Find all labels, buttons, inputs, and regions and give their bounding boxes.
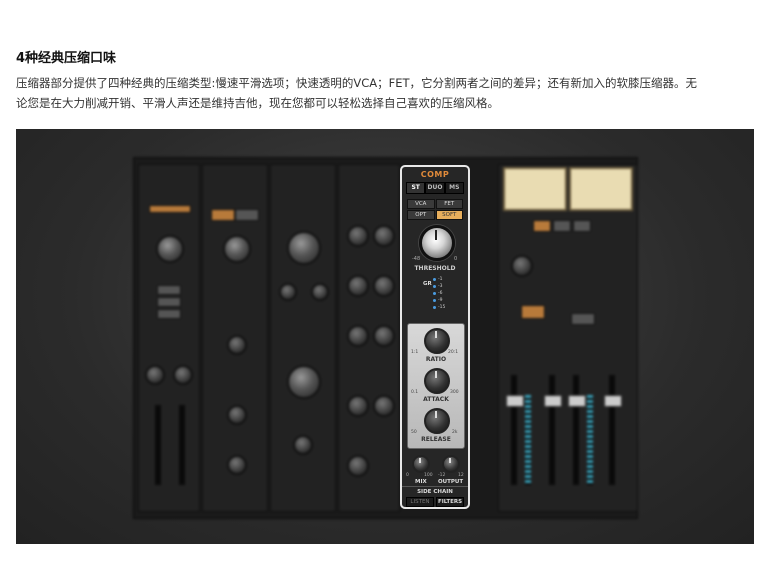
tab-duo[interactable]: DUO: [425, 182, 445, 194]
output-max: 12: [458, 473, 464, 478]
saturation-strip: [270, 164, 336, 512]
comp-panel: COMP ST DUO MS VCA FET OPT SOFT -48 0 TH…: [400, 165, 470, 509]
ratio-max: 20:1: [448, 350, 459, 355]
channel-strip-rack: [133, 157, 638, 519]
threshold-min: -48: [412, 256, 421, 262]
gate-strip: [202, 164, 268, 512]
mix-max: 100: [424, 473, 433, 478]
output-knob[interactable]: [442, 455, 460, 473]
type-fet-button[interactable]: FET: [435, 199, 463, 209]
threshold-knob[interactable]: [419, 225, 455, 261]
type-vca-button[interactable]: VCA: [407, 199, 435, 209]
release-knob[interactable]: [424, 408, 450, 434]
filters-button[interactable]: FILTERS: [436, 497, 464, 507]
section-title: 4种经典压缩口味: [16, 51, 117, 66]
gr-led: [433, 306, 436, 309]
output-min: -12: [438, 473, 446, 478]
gr-led: [433, 278, 436, 281]
eq-strip: [138, 164, 200, 512]
gr-led: [433, 285, 436, 288]
ratio-knob[interactable]: [424, 328, 450, 354]
gr-meter: -1 -3 -6 -9 -15: [433, 276, 449, 311]
compressor-type-selector: VCA FET OPT SOFT: [407, 199, 463, 220]
mode-tabs: ST DUO MS: [406, 182, 464, 194]
comp-title: COMP: [420, 170, 450, 179]
release-max: 2k: [452, 430, 458, 435]
mix-knob[interactable]: [412, 455, 430, 473]
release-min: 50: [411, 430, 417, 435]
side-chain-label: SIDE CHAIN: [402, 486, 468, 495]
threshold-label: THRESHOLD: [414, 265, 456, 272]
gr-led: [433, 292, 436, 295]
mix-label: MIX: [415, 479, 427, 485]
meter-and-output-strip: [498, 164, 638, 512]
attack-knob[interactable]: [424, 368, 450, 394]
type-soft-button[interactable]: SOFT: [435, 210, 463, 220]
mix-min: 0: [406, 473, 409, 478]
attack-min: 0.1: [411, 390, 419, 395]
ratio-min: 1:1: [411, 350, 419, 355]
gr-led: [433, 299, 436, 302]
output-label: OUTPUT: [438, 479, 464, 485]
plugin-screenshot: COMP ST DUO MS VCA FET OPT SOFT -48 0 TH…: [16, 129, 754, 544]
attack-max: 300: [450, 390, 459, 395]
ratio-label: RATIO: [425, 356, 447, 363]
section-description: 压缩器部分提供了四种经典的压缩类型:慢速平滑选项；快速透明的VCA；FET，它分…: [16, 76, 698, 110]
type-opt-button[interactable]: OPT: [407, 210, 435, 220]
eq-band-strip: [338, 164, 400, 512]
side-chain-buttons: LISTEN FILTERS: [406, 497, 464, 507]
dynamics-section: 1:1 20:1 RATIO 0.1 300 ATTACK 50 2k RELE…: [407, 323, 465, 449]
release-label: RELEASE: [421, 436, 451, 443]
gr-label: GR: [423, 281, 432, 287]
tab-st[interactable]: ST: [406, 182, 426, 194]
listen-button[interactable]: LISTEN: [406, 497, 434, 507]
threshold-max: 0: [454, 256, 458, 262]
tab-ms[interactable]: MS: [444, 182, 464, 194]
attack-label: ATTACK: [423, 396, 449, 403]
